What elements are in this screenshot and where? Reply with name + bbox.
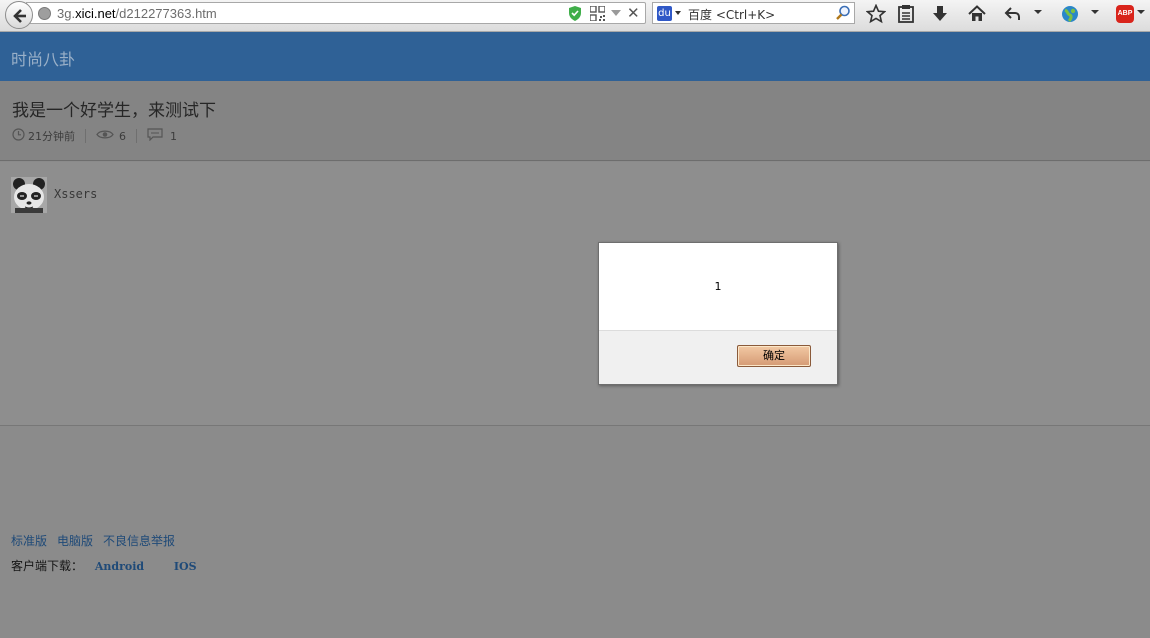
divider [85,129,86,143]
download-label: 客户端下载： [11,559,84,573]
search-icon[interactable] [835,5,851,25]
qr-code-icon[interactable] [589,5,606,25]
ios-link[interactable]: IOS [174,560,197,573]
undo-icon[interactable] [1003,4,1023,28]
dialog-message-area: 1 [599,243,837,331]
stop-icon[interactable]: ✕ [627,4,640,22]
link-pc-version[interactable]: 电脑版 [57,532,93,549]
comment-count: 1 [170,129,177,143]
url-prefix: 3g. [57,6,76,21]
undo-dropdown-icon[interactable] [1034,10,1042,14]
site-identity-icon[interactable] [38,7,51,20]
back-arrow-icon [13,9,26,23]
back-button[interactable] [5,1,33,29]
download-icon[interactable] [931,4,949,28]
post-meta: 21分钟前 6 1 [12,128,177,144]
browser-toolbar: 3g.xici.net/d212277363.htm ✕ du 百度 <Ctrl… [0,0,1150,32]
clock-icon [12,128,25,144]
link-report[interactable]: 不良信息举报 [103,532,175,549]
link-standard-version[interactable]: 标准版 [11,532,47,549]
footer-links: 标准版 电脑版 不良信息举报 [11,532,175,549]
bookmarks-menu-icon[interactable] [897,4,915,28]
post-header: 我是一个好学生，来测试下 21分钟前 6 1 [0,81,1150,161]
post-body: Xssers [0,162,1150,426]
alert-dialog: 1 确定 [598,242,838,385]
globe-addon-icon[interactable] [1060,4,1080,28]
address-bar[interactable]: 3g.xici.net/d212277363.htm ✕ [26,2,646,24]
adblock-dropdown-icon[interactable] [1137,10,1145,14]
eye-icon [96,129,114,143]
author-name[interactable]: Xssers [54,187,97,201]
bookmark-star-icon[interactable] [865,3,887,28]
divider [136,129,137,143]
url-host: xici.net [75,6,116,21]
client-download: 客户端下载： Android IOS [11,557,197,574]
android-link[interactable]: Android [95,560,144,573]
comment-icon [147,128,163,144]
post-time: 21分钟前 [28,130,75,143]
post-title: 我是一个好学生，来测试下 [12,101,216,121]
search-input[interactable]: 百度 <Ctrl+K> [688,6,775,23]
site-title[interactable]: 时尚八卦 [11,46,75,70]
history-dropdown-icon[interactable] [611,10,621,16]
engine-dropdown-icon[interactable] [675,11,681,15]
dialog-message: 1 [714,280,722,293]
addon-dropdown-icon[interactable] [1091,10,1099,14]
ok-button[interactable]: 确定 [737,345,811,367]
author-avatar[interactable] [11,177,47,213]
site-header: 时尚八卦 [0,32,1150,81]
search-bar[interactable]: du 百度 <Ctrl+K> [652,2,855,24]
home-icon[interactable] [967,4,987,28]
baidu-engine-icon[interactable]: du [657,6,672,21]
adblock-icon[interactable]: ABP [1116,5,1134,23]
view-count: 6 [119,129,126,143]
page-content: 时尚八卦 我是一个好学生，来测试下 21分钟前 6 1 Xssers 标准版 电… [0,32,1150,638]
url-text[interactable]: 3g.xici.net/d212277363.htm [57,6,217,21]
url-path: /d212277363.htm [115,6,217,21]
shield-icon[interactable] [568,6,582,25]
